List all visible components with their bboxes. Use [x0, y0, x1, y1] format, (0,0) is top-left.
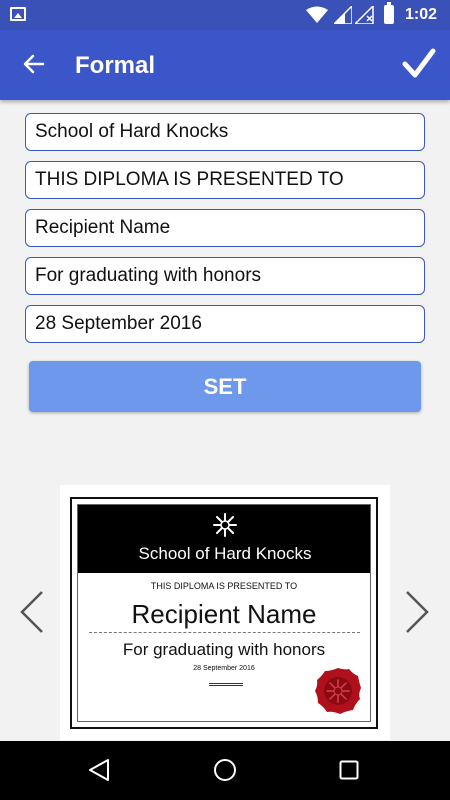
diploma-inner-frame: School of Hard Knocks THIS DIPLOMA IS PR… — [77, 504, 371, 722]
signal-icon — [334, 6, 352, 24]
emblem-icon — [213, 513, 237, 537]
arrow-left-icon[interactable] — [22, 52, 46, 76]
achievement-input[interactable] — [25, 257, 425, 295]
home-circle-icon[interactable] — [213, 758, 237, 782]
recents-square-icon[interactable] — [339, 760, 359, 780]
date-input[interactable] — [25, 305, 425, 343]
diploma-ornament — [209, 683, 243, 686]
diploma-recipient-name: Recipient Name — [131, 599, 317, 629]
battery-icon — [384, 2, 394, 24]
page-title: Formal — [75, 52, 156, 79]
status-time: 1:02 — [405, 6, 438, 23]
diploma-preview: School of Hard Knocks THIS DIPLOMA IS PR… — [60, 485, 390, 740]
diploma-header: School of Hard Knocks — [78, 505, 370, 573]
set-button[interactable]: SET — [29, 361, 421, 412]
chevron-right-icon[interactable] — [403, 590, 431, 634]
image-notification-icon — [10, 7, 26, 21]
back-triangle-icon[interactable] — [88, 758, 110, 782]
diploma-border: School of Hard Knocks THIS DIPLOMA IS PR… — [70, 497, 378, 729]
wax-seal-icon — [315, 668, 361, 714]
presented-to-input[interactable] — [25, 161, 425, 199]
no-sim-icon — [355, 6, 374, 24]
app-bar: Formal — [0, 30, 450, 100]
status-bar: 1:02 — [0, 0, 450, 30]
wifi-icon — [306, 6, 328, 23]
checkmark-icon[interactable] — [402, 48, 436, 80]
school-name-input[interactable] — [25, 113, 425, 151]
system-nav-bar — [0, 741, 450, 800]
diploma-achievement: For graduating with honors — [122, 640, 326, 659]
recipient-name-input[interactable] — [25, 209, 425, 247]
diploma-divider — [89, 632, 360, 633]
diploma-school-name: School of Hard Knocks — [138, 544, 312, 563]
chevron-left-icon[interactable] — [18, 590, 46, 634]
diploma-presented-to: THIS DIPLOMA IS PRESENTED TO — [150, 581, 298, 591]
